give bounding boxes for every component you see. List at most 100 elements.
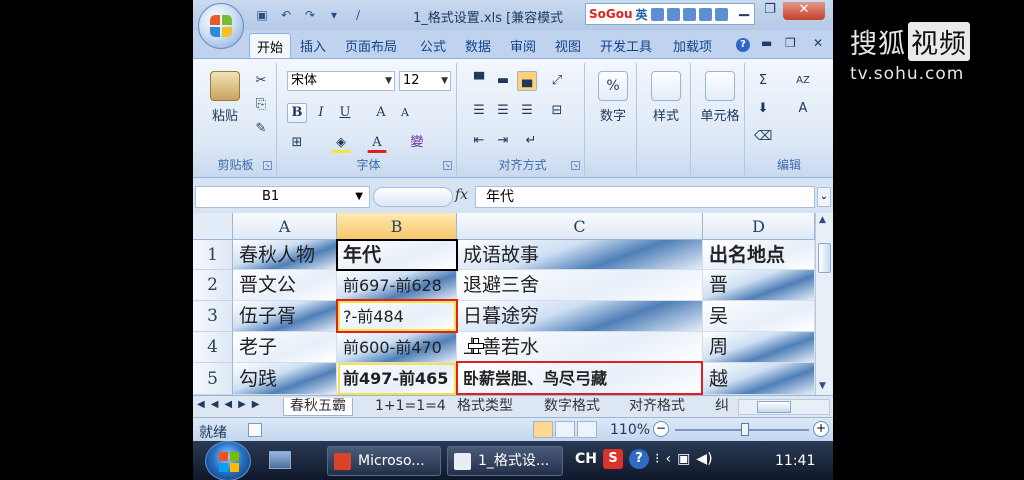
alignment-launcher-icon[interactable]: ↘ <box>571 161 580 170</box>
font-size-select[interactable]: 12 ▼ <box>399 71 451 91</box>
italic-button[interactable]: I <box>311 103 331 123</box>
format-painter-icon[interactable]: ✎ <box>251 119 271 139</box>
page-break-view-icon[interactable] <box>577 421 597 438</box>
select-all-button[interactable] <box>193 213 233 240</box>
zoom-in-icon[interactable]: + <box>813 421 829 437</box>
font-family-select[interactable]: 宋体 ▼ <box>287 71 395 91</box>
tab-insert[interactable]: 插入 <box>300 36 326 55</box>
cells-button[interactable]: 单元格 <box>695 71 745 124</box>
vertical-scrollbar[interactable]: ▲ ▼ <box>815 213 833 395</box>
insert-function-button[interactable]: fx <box>455 187 468 203</box>
column-header-c[interactable]: C <box>457 213 703 240</box>
cell-d2[interactable]: 晋 <box>703 270 815 301</box>
cell-b4[interactable]: 前600-前470 <box>337 332 457 363</box>
font-launcher-icon[interactable]: ↘ <box>443 161 452 170</box>
moon-icon[interactable] <box>650 7 664 21</box>
column-header-b[interactable]: B <box>337 213 457 240</box>
cell-a2[interactable]: 晋文公 <box>233 270 337 301</box>
ribbon-close-icon[interactable]: ✕ <box>813 36 823 50</box>
cell-d4[interactable]: 周 <box>703 332 815 363</box>
align-right-icon[interactable]: ☰ <box>517 101 537 121</box>
cell-d1[interactable]: 出名地点 <box>703 240 815 270</box>
start-button[interactable] <box>205 441 251 480</box>
bold-button[interactable]: B <box>287 103 307 123</box>
row-header[interactable]: 2 <box>193 270 233 301</box>
tools-icon[interactable] <box>714 7 728 21</box>
align-center-icon[interactable]: ☰ <box>493 101 513 121</box>
undo-icon[interactable]: ↶ <box>277 6 295 24</box>
help-icon[interactable]: ? <box>736 38 750 52</box>
show-hidden-icon[interactable]: ‹ <box>665 451 671 467</box>
align-left-icon[interactable]: ☰ <box>469 101 489 121</box>
tab-addins[interactable]: 加载项 <box>673 36 712 55</box>
clipboard-launcher-icon[interactable]: ↘ <box>263 161 272 170</box>
expand-formula-icon[interactable]: ⌄ <box>817 187 831 207</box>
ime-mode[interactable]: 英 <box>636 6 648 23</box>
border-icon[interactable]: ⊞ <box>287 133 307 153</box>
align-middle-icon[interactable]: ▬ <box>493 71 513 91</box>
save-icon[interactable]: ▣ <box>253 6 271 24</box>
tab-review[interactable]: 审阅 <box>510 36 536 55</box>
redo-icon[interactable]: ↷ <box>301 6 319 24</box>
autosum-button[interactable]: Σ <box>753 71 773 91</box>
punct-icon[interactable] <box>666 7 680 21</box>
keyboard-icon[interactable] <box>682 7 696 21</box>
cell-c3[interactable]: 日暮途穷 <box>457 301 703 332</box>
find-select-button[interactable]: A <box>793 99 813 119</box>
cell-d5[interactable]: 越 <box>703 363 815 395</box>
tab-page-layout[interactable]: 页面布局 <box>345 36 397 55</box>
underline-button[interactable]: U <box>335 103 355 123</box>
align-top-icon[interactable]: ▀ <box>469 71 489 91</box>
ime-options-icon[interactable]: ⁝ <box>655 451 659 467</box>
tab-data[interactable]: 数据 <box>465 36 491 55</box>
input-language[interactable]: CH <box>575 451 597 467</box>
cell-a3[interactable]: 伍子胥 <box>233 301 337 332</box>
zoom-slider-thumb[interactable] <box>741 423 749 436</box>
cut-icon[interactable]: ✂ <box>251 71 271 91</box>
help-tray-icon[interactable]: ? <box>629 449 649 469</box>
hscroll-thumb[interactable] <box>757 401 791 413</box>
fill-color-icon[interactable]: ◈ <box>331 133 351 153</box>
sheet-tab[interactable]: 数字格式 <box>538 398 606 416</box>
tab-view[interactable]: 视图 <box>555 36 581 55</box>
phonetic-button[interactable]: 變 <box>407 133 427 153</box>
office-button[interactable] <box>198 3 244 49</box>
scroll-up-icon[interactable]: ▲ <box>819 215 826 225</box>
fill-icon[interactable]: ⬇ <box>753 99 773 119</box>
tab-home[interactable]: 开始 <box>249 33 292 59</box>
cell-a5[interactable]: 勾践 <box>233 363 337 395</box>
styles-button[interactable]: 样式 <box>646 71 686 124</box>
font-color-button[interactable]: A <box>367 133 387 153</box>
number-format-button[interactable]: % 数字 <box>593 71 633 124</box>
sheet-tab[interactable]: 对齐格式 <box>623 398 691 416</box>
taskbar-app-workbook[interactable]: 1_格式设... <box>447 446 563 476</box>
cell-c4[interactable]: 上善若水 <box>457 332 703 363</box>
zoom-level[interactable]: 110% <box>610 422 650 438</box>
row-header[interactable]: 3 <box>193 301 233 332</box>
row-header[interactable]: 5 <box>193 363 233 395</box>
sogou-ime-bar[interactable]: SoGou 英 <box>585 3 755 25</box>
cell-b5[interactable]: 前497-前465 <box>337 363 457 395</box>
cell-a4[interactable]: 老子 <box>233 332 337 363</box>
volume-icon[interactable]: ◀) <box>696 451 712 467</box>
decrease-indent-icon[interactable]: ⇤ <box>469 131 489 151</box>
cell-d3[interactable]: 吴 <box>703 301 815 332</box>
cell-b2[interactable]: 前697-前628 <box>337 270 457 301</box>
horizontal-scrollbar[interactable] <box>738 399 830 415</box>
row-header[interactable]: 4 <box>193 332 233 363</box>
cell-a1[interactable]: 春秋人物 <box>233 240 337 270</box>
page-layout-view-icon[interactable] <box>555 421 575 438</box>
grow-font-button[interactable]: A <box>371 103 391 123</box>
zoom-out-icon[interactable]: − <box>653 421 669 437</box>
scroll-thumb[interactable] <box>818 243 831 273</box>
ribbon-minimize-icon[interactable]: ▬ <box>761 36 772 50</box>
taskbar-app-excel[interactable]: Microso... <box>327 446 441 476</box>
clear-icon[interactable]: ⌫ <box>753 127 773 147</box>
macro-record-icon[interactable] <box>248 423 262 437</box>
cell-b1[interactable]: 年代 <box>337 240 457 270</box>
ribbon-restore-icon[interactable]: ❐ <box>785 36 796 50</box>
align-bottom-icon[interactable]: ▄ <box>517 71 537 91</box>
tab-developer[interactable]: 开发工具 <box>600 36 652 55</box>
skin-icon[interactable] <box>698 7 712 21</box>
scroll-down-icon[interactable]: ▼ <box>819 381 826 391</box>
